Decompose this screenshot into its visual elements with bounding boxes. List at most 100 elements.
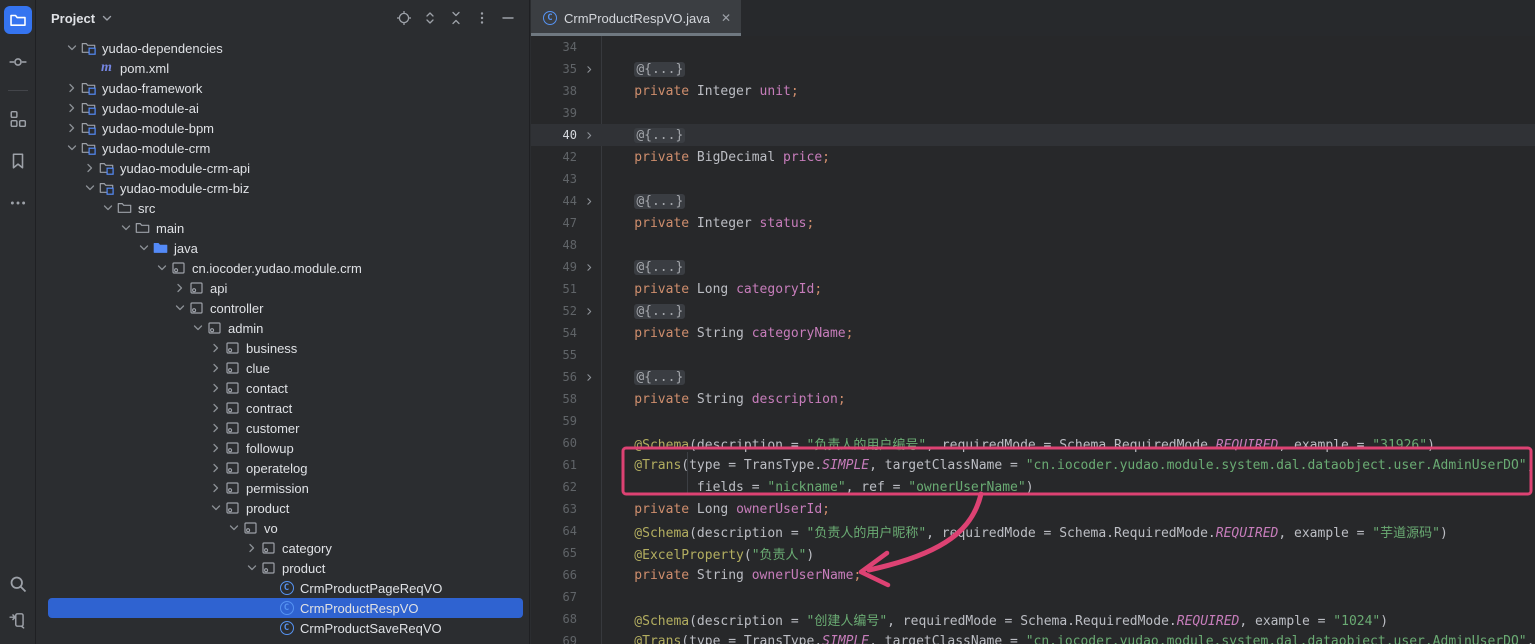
code-line-60[interactable]: 60 @Schema(description = "负责人的用户编号", req… xyxy=(531,432,1535,454)
folded-region[interactable]: @{...} xyxy=(634,194,685,209)
chevron-down-icon[interactable] xyxy=(171,300,188,316)
chevron-down-icon[interactable] xyxy=(100,11,114,25)
chevron-down-icon[interactable] xyxy=(207,500,224,516)
code-line-65[interactable]: 65 @ExcelProperty("负责人") xyxy=(531,542,1535,564)
tree-item-controller[interactable]: controller xyxy=(37,298,529,318)
chevron-right-icon[interactable] xyxy=(207,480,224,496)
tree-item-pom-xml[interactable]: mpom.xml xyxy=(37,58,529,78)
chevron-down-icon[interactable] xyxy=(135,240,152,256)
folded-region[interactable]: @{...} xyxy=(634,260,685,275)
chevron-down-icon[interactable] xyxy=(243,560,260,576)
code-line-35[interactable]: 35 @{...} xyxy=(531,58,1535,80)
tree-item-contract[interactable]: contract xyxy=(37,398,529,418)
fold-chevron-icon[interactable] xyxy=(577,130,601,141)
commit-icon[interactable] xyxy=(4,48,32,76)
code-line-34[interactable]: 34 xyxy=(531,36,1535,58)
expand-all-icon[interactable] xyxy=(417,5,443,31)
chevron-right-icon[interactable] xyxy=(207,340,224,356)
tree-item-vo[interactable]: vo xyxy=(37,518,529,538)
tree-item-yudao-module-crm-biz[interactable]: yudao-module-crm-biz xyxy=(37,178,529,198)
tree-item-category[interactable]: category xyxy=(37,538,529,558)
code-line-43[interactable]: 43 xyxy=(531,168,1535,190)
tree-item-followup[interactable]: followup xyxy=(37,438,529,458)
code-line-47[interactable]: 47 private Integer status; xyxy=(531,212,1535,234)
chevron-right-icon[interactable] xyxy=(81,160,98,176)
tree-item-clue[interactable]: clue xyxy=(37,358,529,378)
tree-item-java[interactable]: java xyxy=(37,238,529,258)
fold-chevron-icon[interactable] xyxy=(577,372,601,383)
chevron-right-icon[interactable] xyxy=(207,380,224,396)
collapse-all-icon[interactable] xyxy=(443,5,469,31)
code-line-63[interactable]: 63 private Long ownerUserId; xyxy=(531,498,1535,520)
chevron-right-icon[interactable] xyxy=(207,440,224,456)
code-line-48[interactable]: 48 xyxy=(531,234,1535,256)
fold-chevron-icon[interactable] xyxy=(577,196,601,207)
chevron-down-icon[interactable] xyxy=(81,180,98,196)
locate-icon[interactable] xyxy=(391,5,417,31)
code-line-69[interactable]: 69 @Trans(type = TransType.SIMPLE, targe… xyxy=(531,630,1535,644)
tree-item-yudao-module-bpm[interactable]: yudao-module-bpm xyxy=(37,118,529,138)
tree-item-business[interactable]: business xyxy=(37,338,529,358)
chevron-down-icon[interactable] xyxy=(63,40,80,56)
code-line-68[interactable]: 68 @Schema(description = "创建人编号", requir… xyxy=(531,608,1535,630)
tree-item-src[interactable]: src xyxy=(37,198,529,218)
code-line-66[interactable]: 66 private String ownerUserName; xyxy=(531,564,1535,586)
chevron-right-icon[interactable] xyxy=(171,280,188,296)
chevron-down-icon[interactable] xyxy=(189,320,206,336)
code-line-44[interactable]: 44 @{...} xyxy=(531,190,1535,212)
chevron-down-icon[interactable] xyxy=(153,260,170,276)
tree-item-contact[interactable]: contact xyxy=(37,378,529,398)
code-line-62[interactable]: 62 fields = "nickname", ref = "ownerUser… xyxy=(531,476,1535,498)
tree-item-product[interactable]: product xyxy=(37,498,529,518)
folded-region[interactable]: @{...} xyxy=(634,370,685,385)
chevron-down-icon[interactable] xyxy=(99,200,116,216)
hide-icon[interactable] xyxy=(495,5,521,31)
tree-item-yudao-module-ai[interactable]: yudao-module-ai xyxy=(37,98,529,118)
code-line-51[interactable]: 51 private Long categoryId; xyxy=(531,278,1535,300)
close-icon[interactable]: ✕ xyxy=(721,11,731,25)
tree-item-product[interactable]: product xyxy=(37,558,529,578)
chevron-down-icon[interactable] xyxy=(63,140,80,156)
tree-item-yudao-module-crm-api[interactable]: yudao-module-crm-api xyxy=(37,158,529,178)
chevron-down-icon[interactable] xyxy=(117,220,134,236)
chevron-down-icon[interactable] xyxy=(225,520,242,536)
tree-item-api[interactable]: api xyxy=(37,278,529,298)
chevron-right-icon[interactable] xyxy=(207,420,224,436)
code-line-39[interactable]: 39 xyxy=(531,102,1535,124)
tree-item-yudao-framework[interactable]: yudao-framework xyxy=(37,78,529,98)
folded-region[interactable]: @{...} xyxy=(634,62,685,77)
code-line-42[interactable]: 42 private BigDecimal price; xyxy=(531,146,1535,168)
tree-item-yudao-module-crm[interactable]: yudao-module-crm xyxy=(37,138,529,158)
tree-item-permission[interactable]: permission xyxy=(37,478,529,498)
bookmark-icon[interactable] xyxy=(4,147,32,175)
options-kebab-icon[interactable] xyxy=(469,5,495,31)
chevron-right-icon[interactable] xyxy=(207,400,224,416)
code-line-55[interactable]: 55 xyxy=(531,344,1535,366)
tree-item-crmproductrespvo[interactable]: CCrmProductRespVO xyxy=(37,598,529,618)
code-line-61[interactable]: 61 @Trans(type = TransType.SIMPLE, targe… xyxy=(531,454,1535,476)
code-line-54[interactable]: 54 private String categoryName; xyxy=(531,322,1535,344)
tree-item-crmproductpagereqvo[interactable]: CCrmProductPageReqVO xyxy=(37,578,529,598)
structure-icon[interactable] xyxy=(4,105,32,133)
code-line-64[interactable]: 64 @Schema(description = "负责人的用户昵称", req… xyxy=(531,520,1535,542)
tree-item-operatelog[interactable]: operatelog xyxy=(37,458,529,478)
code-line-56[interactable]: 56 @{...} xyxy=(531,366,1535,388)
chevron-right-icon[interactable] xyxy=(207,360,224,376)
code-line-38[interactable]: 38 private Integer unit; xyxy=(531,80,1535,102)
code-line-49[interactable]: 49 @{...} xyxy=(531,256,1535,278)
chevron-right-icon[interactable] xyxy=(63,100,80,116)
code-line-40[interactable]: 40 @{...} xyxy=(531,124,1535,146)
search-icon[interactable] xyxy=(4,570,32,598)
tree-item-cn-iocoder-yudao-module-crm[interactable]: cn.iocoder.yudao.module.crm xyxy=(37,258,529,278)
fold-chevron-icon[interactable] xyxy=(577,306,601,317)
folded-region[interactable]: @{...} xyxy=(634,128,685,143)
more-icon[interactable] xyxy=(4,189,32,217)
chevron-right-icon[interactable] xyxy=(207,460,224,476)
code-area[interactable]: 3435 @{...}38 private Integer unit;3940 … xyxy=(531,36,1535,644)
fold-chevron-icon[interactable] xyxy=(577,64,601,75)
code-line-52[interactable]: 52 @{...} xyxy=(531,300,1535,322)
tree-item-customer[interactable]: customer xyxy=(37,418,529,438)
chevron-right-icon[interactable] xyxy=(243,540,260,556)
folder-icon[interactable] xyxy=(4,6,32,34)
code-line-67[interactable]: 67 xyxy=(531,586,1535,608)
